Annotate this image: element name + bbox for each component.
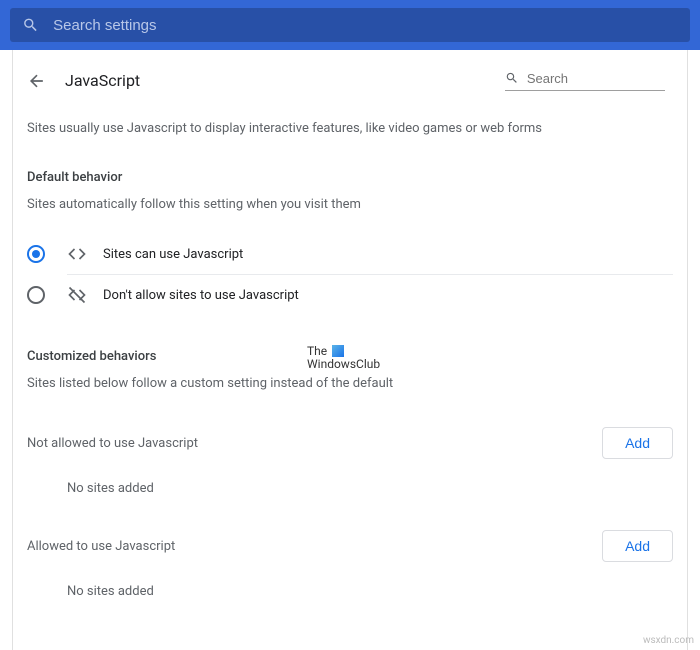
search-settings-box[interactable] [10, 8, 690, 42]
radio-label: Sites can use Javascript [103, 247, 243, 262]
page-title: JavaScript [65, 71, 140, 90]
search-icon [505, 70, 519, 86]
customized-heading: Customized behaviors [27, 349, 673, 364]
radio-block-js[interactable]: Don't allow sites to use Javascript [67, 274, 673, 315]
back-arrow-icon[interactable] [27, 71, 47, 91]
inline-search-box[interactable] [505, 70, 665, 91]
footer-watermark: wsxdn.com [643, 635, 694, 646]
not-allowed-row: Not allowed to use Javascript Add [27, 413, 673, 473]
code-icon [67, 244, 87, 264]
customized-section: The WindowsClub Customized behaviors Sit… [27, 349, 673, 391]
intro-text: Sites usually use Javascript to display … [27, 121, 673, 136]
search-icon [22, 16, 39, 34]
radio-allow-js[interactable]: Sites can use Javascript [67, 234, 673, 274]
customized-sub: Sites listed below follow a custom setti… [27, 376, 673, 391]
allowed-row: Allowed to use Javascript Add [27, 516, 673, 576]
inline-search-input[interactable] [527, 71, 665, 86]
radio-button[interactable] [27, 245, 45, 263]
header-row: JavaScript [27, 70, 673, 91]
radio-label: Don't allow sites to use Javascript [103, 288, 299, 303]
radio-button[interactable] [27, 286, 45, 304]
code-off-icon [67, 285, 87, 305]
radio-group: Sites can use Javascript Don't allow sit… [67, 234, 673, 315]
add-allowed-button[interactable]: Add [602, 530, 673, 562]
default-behavior-heading: Default behavior [27, 170, 673, 185]
not-allowed-label: Not allowed to use Javascript [27, 436, 602, 451]
settings-panel: JavaScript Sites usually use Javascript … [12, 50, 688, 650]
top-search-bar [0, 0, 700, 50]
not-allowed-empty: No sites added [27, 473, 673, 516]
allowed-label: Allowed to use Javascript [27, 539, 602, 554]
add-not-allowed-button[interactable]: Add [602, 427, 673, 459]
search-settings-input[interactable] [53, 17, 678, 34]
allowed-empty: No sites added [27, 576, 673, 619]
default-behavior-sub: Sites automatically follow this setting … [27, 197, 673, 212]
